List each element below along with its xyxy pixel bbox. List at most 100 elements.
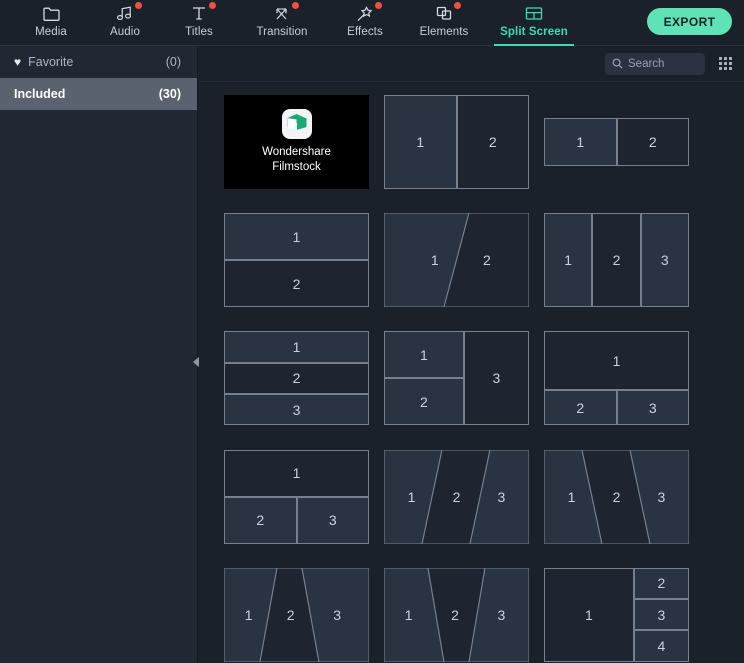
sidebar-item-label: Included <box>14 87 159 101</box>
template-item: 1 2 3 <box>224 331 384 425</box>
template-top-one-bottom-two-b[interactable]: 1 2 3 <box>224 450 369 544</box>
toolbar-tabs: Media Audio <box>0 0 582 45</box>
promo-title-line2: Filmstock <box>262 160 331 175</box>
template-two-diagonal[interactable]: 1 2 <box>384 213 529 307</box>
template-item: 1 2 3 <box>384 450 544 544</box>
layout-cell: 3 <box>297 497 370 544</box>
layout-preview[interactable]: 1 2 3 <box>224 331 369 425</box>
layout-preview[interactable]: 1 2 <box>544 95 689 189</box>
text-t-icon <box>188 4 210 23</box>
tab-label: Split Screen <box>500 26 568 38</box>
notification-badge <box>375 2 382 9</box>
template-three-trapezoid-narrow-bottom[interactable]: 1 2 3 <box>224 568 369 662</box>
tab-label: Audio <box>110 26 140 38</box>
template-two-column-vertical[interactable]: 1 2 <box>384 95 529 189</box>
layout-preview[interactable]: 1 2 <box>384 213 529 307</box>
filmstock-promo-card[interactable]: Wondershare Filmstock <box>224 95 369 189</box>
layout-cell: 3 <box>464 331 529 425</box>
tab-label: Elements <box>420 26 469 38</box>
layout-preview[interactable]: 1 2 3 <box>384 331 529 425</box>
layout-shapes <box>384 213 529 307</box>
grid-dots-icon[interactable] <box>719 57 732 70</box>
template-item: 1 2 <box>384 95 544 189</box>
notification-badge <box>209 2 216 9</box>
sidebar-item-included[interactable]: Included (30) <box>0 78 197 110</box>
template-three-trapezoid-narrow-top[interactable]: 1 2 3 <box>384 568 529 662</box>
template-item: 1 2 3 <box>224 450 384 544</box>
transition-arrows-icon <box>271 4 293 23</box>
layout-cell: 3 <box>617 390 690 426</box>
split-screen-icon <box>523 4 545 23</box>
filmstock-cube-logo <box>282 109 312 139</box>
template-three-row-horizontal[interactable]: 1 2 3 <box>224 331 369 425</box>
layout-cell: 1 <box>384 95 457 189</box>
template-two-row-horizontal[interactable]: 1 2 <box>224 213 369 307</box>
layout-preview[interactable]: 1 2 3 <box>224 568 369 662</box>
notification-badge <box>454 2 461 9</box>
layout-cell: 2 <box>224 363 369 394</box>
main-toolbar: Media Audio <box>0 0 744 46</box>
layout-preview[interactable]: 1 2 3 <box>224 450 369 544</box>
tab-elements[interactable]: Elements <box>402 0 486 45</box>
tab-effects[interactable]: Effects <box>328 0 402 45</box>
template-three-column-vertical[interactable]: 1 2 3 <box>544 213 689 307</box>
layout-cell: 1 <box>544 213 592 307</box>
sidebar-item-count: (0) <box>166 55 181 69</box>
tab-transition[interactable]: Transition <box>236 0 328 45</box>
layout-cell: 2 <box>224 497 297 544</box>
template-two-column-wide-letterbox[interactable]: 1 2 <box>544 95 689 189</box>
layout-cell: 3 <box>224 394 369 425</box>
layout-preview[interactable]: 1 2 3 <box>384 568 529 662</box>
layout-preview[interactable]: 1 2 <box>384 95 529 189</box>
heart-icon: ♥ <box>14 56 21 68</box>
layout-cell: 2 <box>457 95 530 189</box>
template-left-stack-two-right-one[interactable]: 1 2 3 <box>384 331 529 425</box>
template-item: 1 2 3 <box>544 331 704 425</box>
tab-media[interactable]: Media <box>14 0 88 45</box>
layout-preview[interactable]: 1 2 3 <box>544 450 689 544</box>
layout-preview[interactable]: 1 2 3 <box>384 450 529 544</box>
layout-cell: 1 <box>224 213 369 260</box>
template-item: 1 2 3 <box>224 568 384 662</box>
content-header <box>199 46 744 82</box>
tab-titles[interactable]: Titles <box>162 0 236 45</box>
tab-label: Effects <box>347 26 383 38</box>
filmora-split-screen-window: Media Audio <box>0 0 744 663</box>
notification-badge <box>292 2 299 9</box>
export-button[interactable]: EXPORT <box>647 8 732 35</box>
music-note-icon <box>114 4 136 23</box>
template-item: 1 2 3 <box>384 331 544 425</box>
template-top-one-bottom-two[interactable]: 1 2 3 <box>544 331 689 425</box>
layout-preview[interactable]: 1 2 <box>224 213 369 307</box>
layout-shapes <box>384 450 529 544</box>
sidebar-item-favorite[interactable]: ♥ Favorite (0) <box>0 46 197 78</box>
search-box[interactable] <box>605 53 705 75</box>
layout-cell: 2 <box>384 378 464 425</box>
tab-split-screen[interactable]: Split Screen <box>486 0 582 45</box>
template-three-diagonal-right[interactable]: 1 2 3 <box>384 450 529 544</box>
notification-badge <box>135 2 142 9</box>
layout-preview[interactable]: 1 2 3 4 <box>544 568 689 662</box>
layout-cell: 3 <box>634 599 689 630</box>
tab-audio[interactable]: Audio <box>88 0 162 45</box>
layout-shapes <box>384 568 529 662</box>
search-icon <box>612 58 623 69</box>
layout-preview[interactable]: 1 2 3 <box>544 213 689 307</box>
layout-cell: 2 <box>634 568 689 599</box>
layout-cell: 2 <box>617 118 690 167</box>
template-left-one-right-stack-three[interactable]: 1 2 3 4 <box>544 568 689 662</box>
layout-cell: 1 <box>384 331 464 378</box>
layout-cell: 1 <box>544 118 617 167</box>
template-three-diagonal-left[interactable]: 1 2 3 <box>544 450 689 544</box>
split-screen-template-grid: Wondershare Filmstock 1 2 <box>199 83 744 663</box>
layout-cell: 2 <box>224 260 369 307</box>
sidebar-item-count: (30) <box>159 87 181 101</box>
layout-preview[interactable]: 1 2 3 <box>544 331 689 425</box>
template-item: 1 2 <box>224 213 384 307</box>
template-filmstock-promo[interactable]: Wondershare Filmstock <box>224 95 369 189</box>
content-panel: Wondershare Filmstock 1 2 <box>199 46 744 663</box>
template-item: 1 2 3 <box>384 568 544 662</box>
category-sidebar: ♥ Favorite (0) Included (30) <box>0 46 198 663</box>
search-input[interactable] <box>628 58 698 70</box>
template-item: 1 2 3 <box>544 213 704 307</box>
